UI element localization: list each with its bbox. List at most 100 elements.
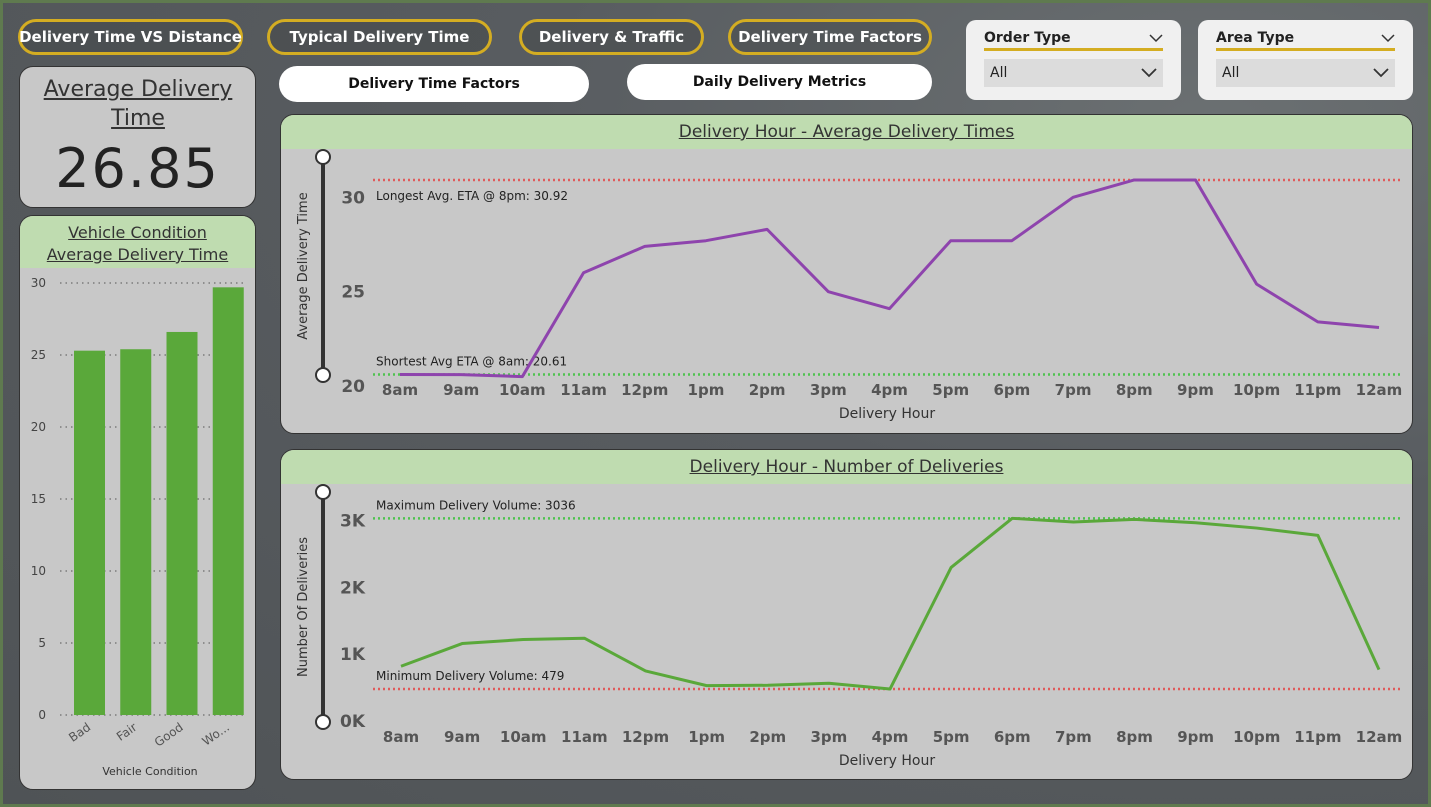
vehicle-title-line1: Vehicle Condition (68, 223, 207, 242)
x-tick-label: 5pm (932, 381, 969, 399)
bar-2 (166, 331, 198, 715)
x-tick-label: 11am (561, 728, 608, 746)
x-tick-label: 7pm (1055, 728, 1092, 746)
x-tick-label: 9am (443, 381, 479, 399)
order-type-value: All (990, 65, 1008, 81)
x-tick-label: 8am (382, 381, 418, 399)
y-tick-label: 25 (341, 283, 365, 303)
y-range-slider-handle-bottom (315, 714, 331, 730)
bar-y-tick-label: 30 (31, 276, 46, 290)
order-type-dropdown[interactable]: All (984, 59, 1163, 87)
nav-delivery-time-vs-distance-button[interactable]: Delivery Time VS Distance (18, 19, 243, 55)
x-tick-label: 4pm (871, 381, 908, 399)
reference-line-label: Maximum Delivery Volume: 3036 (376, 498, 576, 512)
x-tick-label: 8pm (1116, 728, 1153, 746)
y-range-slider-handle-bottom (315, 367, 331, 383)
area-type-value: All (1222, 65, 1240, 81)
series-line (400, 516, 1381, 691)
x-tick-label: 11pm (1294, 728, 1341, 746)
bar-x-tick-label: Good (152, 720, 186, 750)
order-type-label: Order Type (984, 30, 1071, 46)
x-tick-label: 7pm (1055, 381, 1092, 399)
kpi-value: 26.85 (55, 137, 220, 200)
deliveries-panel: Delivery Hour - Number of Deliveries Num… (280, 449, 1413, 780)
chevron-down-icon (1373, 68, 1389, 78)
area-type-slicer: Area Type All (1198, 20, 1413, 100)
bar-3 (212, 287, 244, 715)
y-tick-label: 3K (340, 512, 366, 532)
sub-delivery-time-factors-button[interactable]: Delivery Time Factors (279, 66, 589, 102)
x-tick-label: 1pm (688, 728, 725, 746)
x-tick-label: 8pm (1116, 381, 1153, 399)
x-tick-label: 9pm (1177, 728, 1214, 746)
x-tick-label: 10am (500, 728, 547, 746)
bar-x-tick-label: Wo... (200, 720, 232, 749)
chevron-down-icon (1381, 34, 1395, 43)
bar-y-tick-label: 0 (38, 708, 46, 722)
bar-y-tick-label: 25 (31, 348, 46, 362)
x-tick-label: 4pm (872, 728, 909, 746)
bar-0 (74, 350, 105, 715)
vehicle-bar-chart: 0 5 10 15 20 25 30 Bad Fair Good Wo... Vehicle Cond… (31, 276, 245, 778)
x-tick-label: 3pm (810, 381, 847, 399)
bar-1 (120, 349, 152, 715)
avg-times-panel: Delivery Hour - Average Delivery Times A… (280, 114, 1413, 434)
area-type-dropdown[interactable]: All (1216, 59, 1395, 87)
order-type-header[interactable]: Order Type (984, 30, 1163, 51)
x-tick-label: 1pm (688, 381, 725, 399)
nav-typical-delivery-time-button[interactable]: Typical Delivery Time (267, 19, 492, 55)
y-range-slider-handle-top (315, 484, 331, 500)
x-tick-label: 10pm (1233, 381, 1280, 399)
x-tick-label: 9am (444, 728, 480, 746)
x-tick-label: 8am (383, 728, 419, 746)
reference-line-label: Longest Avg. ETA @ 8pm: 30.92 (376, 189, 568, 203)
y-tick-label: 30 (341, 188, 365, 208)
vehicle-title-line2: Average Delivery Time (46, 245, 229, 264)
avg-times-line-chart: Average Delivery Time 20 25 30 Longest Avg. … (296, 149, 1403, 422)
x-tick-label: 12am (1356, 728, 1403, 746)
bar-y-tick-label: 20 (31, 420, 46, 434)
deliveries-line-chart: Number Of Deliveries 0K 1K 2K 3K Maximum Deli… (296, 484, 1403, 769)
avg-delivery-time-card: Average Delivery Time 26.85 (19, 66, 256, 208)
x-tick-label: 12pm (622, 728, 669, 746)
sub-daily-delivery-metrics-button[interactable]: Daily Delivery Metrics (627, 64, 932, 100)
x-tick-label: 3pm (810, 728, 847, 746)
bar-y-tick-label: 15 (31, 492, 46, 506)
x-tick-label: 11am (560, 381, 607, 399)
bar-y-tick-label: 10 (31, 564, 46, 578)
x-tick-label: 2pm (749, 381, 786, 399)
y-axis-title: Average Delivery Time (296, 192, 311, 339)
x-tick-label: 12am (1356, 381, 1403, 399)
avg-times-title: Delivery Hour - Average Delivery Times (281, 115, 1412, 149)
area-type-label: Area Type (1216, 30, 1295, 46)
x-axis-title: Delivery Hour (839, 753, 936, 769)
y-tick-label: 0K (340, 712, 366, 732)
reference-line-label: Shortest Avg ETA @ 8am: 20.61 (376, 354, 567, 368)
area-type-header[interactable]: Area Type (1216, 30, 1395, 51)
nav-delivery-time-factors-button[interactable]: Delivery Time Factors (728, 19, 932, 55)
x-tick-label: 9pm (1177, 381, 1214, 399)
y-tick-label: 1K (340, 645, 366, 665)
y-range-slider-handle-top (315, 149, 331, 165)
x-tick-label: 12pm (621, 381, 668, 399)
bar-x-tick-label: Fair (114, 720, 140, 744)
y-tick-label: 20 (341, 377, 365, 397)
reference-line-label: Minimum Delivery Volume: 479 (376, 669, 564, 683)
nav-delivery-traffic-button[interactable]: Delivery & Traffic (519, 19, 704, 55)
x-axis-title: Delivery Hour (839, 406, 936, 422)
x-tick-label: 10am (499, 381, 546, 399)
x-tick-label: 2pm (749, 728, 786, 746)
x-tick-label: 5pm (933, 728, 970, 746)
order-type-slicer: Order Type All (966, 20, 1181, 100)
vehicle-condition-card: Vehicle Condition Average Delivery Time … (19, 215, 256, 790)
x-tick-label: 6pm (994, 728, 1031, 746)
x-tick-label: 10pm (1233, 728, 1280, 746)
chevron-down-icon (1149, 34, 1163, 43)
bar-y-tick-label: 5 (38, 636, 46, 650)
bar-x-axis-title: Vehicle Condition (102, 765, 197, 778)
y-tick-label: 2K (340, 578, 366, 598)
bar-x-tick-label: Bad (66, 720, 93, 745)
deliveries-title: Delivery Hour - Number of Deliveries (281, 450, 1412, 484)
x-tick-label: 6pm (993, 381, 1030, 399)
kpi-title: Average Delivery Time (43, 77, 233, 131)
